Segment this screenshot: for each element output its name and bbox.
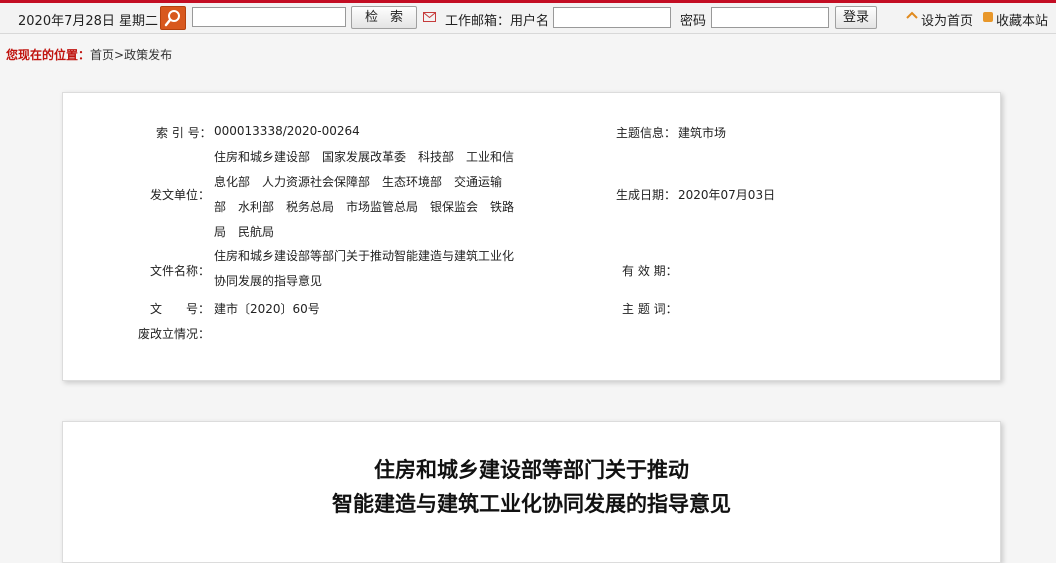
issuing-unit-line: 息化部 人力资源社会保障部 生态环境部 交通运输 xyxy=(214,175,503,189)
issuing-unit-line: 部 水利部 税务总局 市场监管总局 银保监会 铁路 xyxy=(214,200,515,214)
index-number-label: 索 引 号： xyxy=(156,126,212,140)
login-button[interactable]: 登录 xyxy=(835,6,877,29)
issuing-unit-line: 住房和城乡建设部 国家发展改革委 科技部 工业和信 xyxy=(214,150,515,164)
file-name-line: 住房和城乡建设部等部门关于推动智能建造与建筑工业化 xyxy=(214,249,515,263)
topic-info-value: 建筑市场 xyxy=(678,126,727,140)
file-name-label: 文件名称： xyxy=(150,264,211,278)
home-icon[interactable] xyxy=(906,11,918,23)
generated-date-value: 2020年07月03日 xyxy=(678,188,776,202)
add-favorite-link[interactable]: 收藏本站 xyxy=(996,10,1048,29)
password-label: 密码 xyxy=(680,14,707,29)
doc-number-label: 文 号： xyxy=(150,302,211,316)
file-name-value: 住房和城乡建设部等部门关于推动智能建造与建筑工业化 协同发展的指导意见 xyxy=(214,244,514,294)
issuing-unit-line: 局 民航局 xyxy=(214,225,275,239)
issuing-unit-value: 住房和城乡建设部 国家发展改革委 科技部 工业和信 息化部 人力资源社会保障部 … xyxy=(214,145,514,245)
document-title-line: 智能建造与建筑工业化协同发展的指导意见 xyxy=(332,492,731,516)
top-toolbar: 2020年7月28日 星期二 检索 工作邮箱：用户名 密码 登录 设为首页 收藏… xyxy=(0,3,1056,34)
set-homepage-link[interactable]: 设为首页 xyxy=(921,10,973,29)
current-date: 2020年7月28日 星期二 xyxy=(18,14,159,29)
generated-date-label: 生成日期： xyxy=(616,188,677,202)
mail-icon xyxy=(423,12,436,22)
breadcrumb: 您现在的位置：首页>政策发布 xyxy=(6,46,172,63)
search-icon[interactable] xyxy=(160,6,186,30)
keywords-label: 主 题 词： xyxy=(622,302,678,316)
topic-info-label: 主题信息： xyxy=(616,126,677,140)
search-input[interactable] xyxy=(192,7,346,27)
password-field[interactable] xyxy=(711,7,829,28)
document-title-line: 住房和城乡建设部等部门关于推动 xyxy=(374,458,689,482)
mail-username-label: 工作邮箱：用户名 xyxy=(445,14,550,29)
username-field[interactable] xyxy=(553,7,671,28)
index-number-value: 000013338/2020-00264 xyxy=(214,124,360,138)
document-info-panel: 索 引 号： 000013338/2020-00264 主题信息： 建筑市场 发… xyxy=(62,92,1001,381)
file-name-line: 协同发展的指导意见 xyxy=(214,274,323,288)
abolish-status-label: 废改立情况： xyxy=(138,327,211,341)
search-button[interactable]: 检索 xyxy=(351,6,417,29)
issuing-unit-label: 发文单位： xyxy=(150,188,211,202)
breadcrumb-prefix: 您现在的位置： xyxy=(6,48,91,62)
doc-number-value: 建市〔2020〕60号 xyxy=(214,302,320,316)
validity-label: 有 效 期： xyxy=(622,264,678,278)
bookmark-icon[interactable] xyxy=(983,12,993,22)
breadcrumb-path[interactable]: 首页>政策发布 xyxy=(90,48,172,62)
